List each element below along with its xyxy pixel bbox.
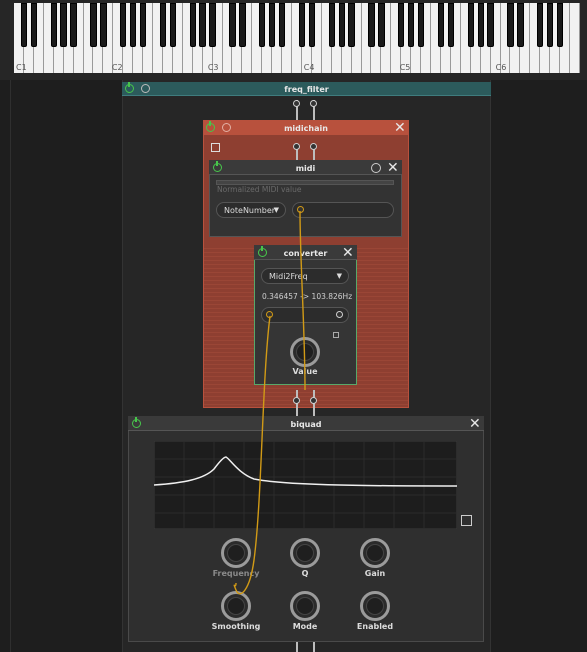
modulation-cable — [233, 210, 306, 595]
cable-bottom-right — [313, 642, 315, 652]
cable-bottom-left — [296, 642, 298, 652]
